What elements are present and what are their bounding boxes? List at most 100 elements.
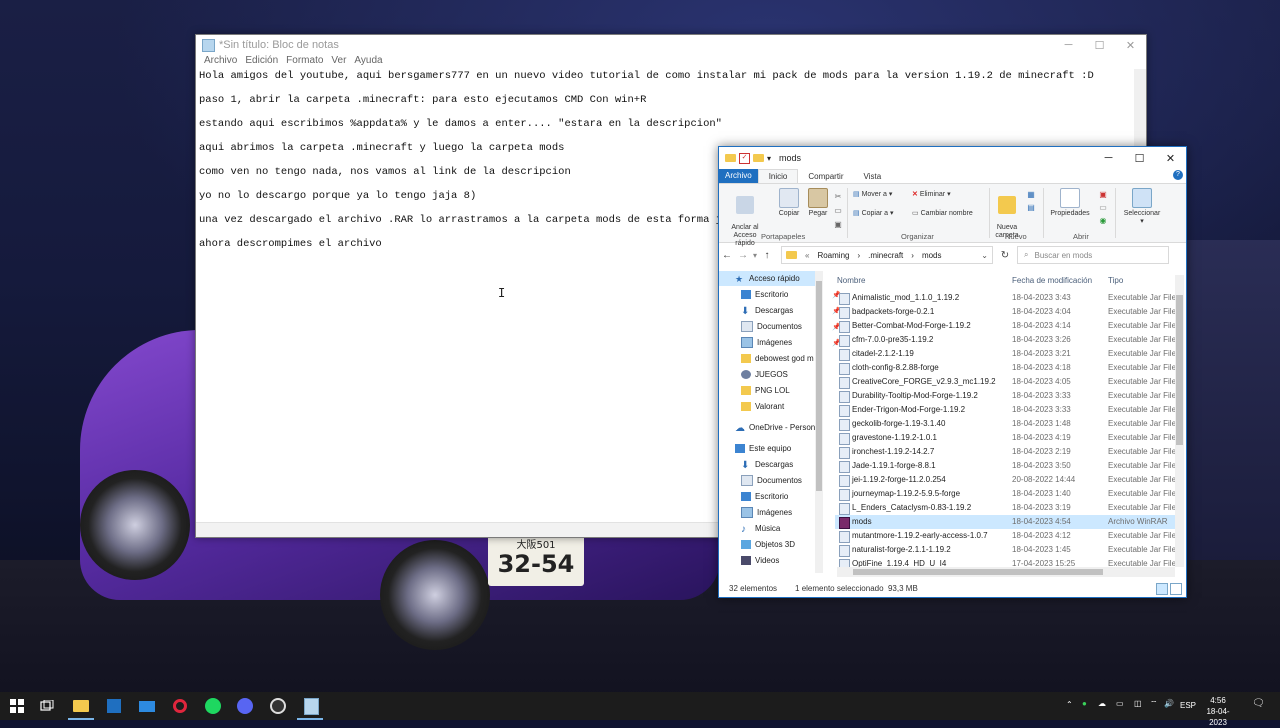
file-row[interactable]: geckolib-forge-1.19-3.1.40 18-04-2023 1:4… — [835, 417, 1176, 431]
nav-item-musica[interactable]: ♪ Música — [719, 521, 845, 536]
menu-formato[interactable]: Formato — [286, 55, 323, 69]
obs-icon[interactable] — [269, 697, 287, 715]
tray-cloud-icon[interactable]: ☁ — [1098, 699, 1106, 708]
copy-button[interactable]: Copiar — [775, 188, 803, 217]
recent-dropdown-icon[interactable]: ▾ — [751, 251, 759, 260]
rename-button[interactable]: ▭ Cambiar nombre — [912, 209, 986, 217]
file-row[interactable]: Better-Combat-Mod-Forge-1.19.2 18-04-2023… — [835, 319, 1176, 333]
new-folder-quick-icon[interactable] — [753, 154, 764, 162]
nav-item-imagenes-pc[interactable]: Imágenes — [719, 505, 845, 520]
nav-item-juegos[interactable]: JUEGOS — [719, 367, 845, 382]
tray-network-icon[interactable]: ▭ — [1116, 699, 1124, 708]
file-row[interactable]: gravestone-1.19.2-1.0.1 18-04-2023 4:19 Ex… — [835, 431, 1176, 445]
select-button[interactable]: Seleccionar ▾ — [1119, 188, 1165, 225]
file-row[interactable]: journeymap-1.19.2-5.9.5-forge 18-04-2023 … — [835, 487, 1176, 501]
scrollbar-thumb[interactable] — [1176, 295, 1183, 445]
file-explorer-window[interactable]: ✓ ▾ mods ─ ☐ ✕ Archivo Inicio Compartir … — [718, 146, 1187, 598]
tray-network-icon-2[interactable]: ◫ — [1134, 699, 1142, 708]
notepad-horizontal-scrollbar[interactable] — [196, 522, 721, 537]
breadcrumb-mods[interactable]: mods — [922, 251, 942, 260]
refresh-icon[interactable]: ↻ — [997, 250, 1013, 261]
nav-item-imagenes[interactable]: Imágenes 📌 — [719, 335, 845, 350]
menu-ayuda[interactable]: Ayuda — [354, 55, 382, 69]
maximize-icon[interactable]: ☐ — [1124, 147, 1155, 169]
nav-item-videos[interactable]: Videos — [719, 553, 845, 568]
mail-icon[interactable] — [138, 697, 156, 715]
menu-archivo[interactable]: Archivo — [204, 55, 237, 69]
properties-quick-icon[interactable]: ✓ — [739, 152, 750, 164]
open-small-buttons[interactable]: ▣ ▭ ◉ — [1095, 188, 1111, 227]
nav-item-quick-access[interactable]: ★ Acceso rápido — [719, 271, 823, 286]
file-row[interactable]: ironchest-1.19.2-14.2.7 18-04-2023 2:19 Ex… — [835, 445, 1176, 459]
new-item-button[interactable]: ▦ ▤ — [1022, 188, 1040, 214]
quick-access-dropdown-icon[interactable]: ▾ — [767, 154, 771, 163]
nav-item-escritorio-pc[interactable]: Escritorio — [719, 489, 845, 504]
file-row[interactable]: Jade-1.19.1-forge-8.8.1 18-04-2023 3:50 Ex… — [835, 459, 1176, 473]
task-view-icon[interactable] — [38, 697, 56, 715]
nav-item-valorant[interactable]: Valorant — [719, 399, 845, 414]
nav-pane-scrollbar[interactable] — [815, 271, 823, 573]
tray-chevron-icon[interactable]: ⌃ — [1066, 700, 1073, 709]
breadcrumb-minecraft[interactable]: .minecraft — [868, 251, 903, 260]
address-bar[interactable]: « Roaming › .minecraft › mods ⌄ — [781, 246, 993, 264]
tab-vista[interactable]: Vista — [854, 172, 892, 181]
language-indicator[interactable]: ESP — [1180, 701, 1196, 710]
discord-icon[interactable] — [236, 697, 254, 715]
file-row[interactable]: L_Enders_Cataclysm-0.83-1.19.2 18-04-2023… — [835, 501, 1176, 515]
notepad-titlebar[interactable]: *Sin título: Bloc de notas ─ ☐ ✕ — [196, 35, 1146, 55]
file-list-vertical-scrollbar[interactable] — [1175, 275, 1184, 567]
notifications-icon[interactable]: 🗨 — [1252, 698, 1265, 709]
copy-to-button[interactable]: ▤ Copiar a ▾ — [853, 209, 909, 217]
menu-ver[interactable]: Ver — [331, 55, 346, 69]
back-arrow-icon[interactable]: ← — [719, 250, 735, 261]
scrollbar-thumb[interactable] — [853, 569, 1103, 575]
details-view-icon[interactable] — [1156, 583, 1168, 595]
tray-wifi-icon[interactable]: ⌔ — [1150, 699, 1158, 709]
file-row[interactable]: Durability-Tooltip-Mod-Forge-1.19.2 18-04… — [835, 389, 1176, 403]
file-row[interactable]: citadel-2.1.2-1.19 18-04-2023 3:21 Executa… — [835, 347, 1176, 361]
tab-archivo[interactable]: Archivo — [719, 169, 758, 183]
clock[interactable]: 4:56 18-04-2023 — [1198, 695, 1238, 728]
nav-item-png-lol[interactable]: PNG LOL — [719, 383, 845, 398]
help-icon[interactable]: ? — [1173, 170, 1183, 180]
close-icon[interactable]: ✕ — [1115, 35, 1146, 55]
menu-edicion[interactable]: Edición — [245, 55, 278, 69]
nav-item-descargas[interactable]: ⬇ Descargas 📌 — [719, 303, 845, 318]
file-row[interactable]: OptiFine_1.19.4_HD_U_I4 17-04-2023 15:25 E… — [835, 557, 1175, 567]
paste-button[interactable]: Pegar — [805, 188, 831, 217]
search-input[interactable]: ⌕ Buscar en mods — [1017, 246, 1169, 264]
minimize-icon[interactable]: ─ — [1093, 147, 1124, 169]
file-row[interactable]: mutantmore-1.19.2-early-access-1.0.7 18-0… — [835, 529, 1176, 543]
notepad-taskbar-icon[interactable] — [302, 697, 320, 715]
file-row[interactable]: cloth-config-8.2.88-forge 18-04-2023 4:18… — [835, 361, 1176, 375]
minimize-icon[interactable]: ─ — [1053, 35, 1084, 55]
volume-icon[interactable]: 🔊 — [1164, 699, 1174, 708]
file-row[interactable]: Ender-Trigon-Mod-Forge-1.19.2 18-04-2023 … — [835, 403, 1176, 417]
file-row[interactable]: Animalistic_mod_1.1.0_1.19.2 18-04-2023 3… — [835, 291, 1176, 305]
address-dropdown-icon[interactable]: ⌄ — [981, 251, 988, 260]
column-type[interactable]: Tipo — [1108, 276, 1123, 285]
up-arrow-icon[interactable]: ↑ — [759, 250, 775, 261]
clipboard-small-buttons[interactable]: ✂ ▭ ▣ — [833, 190, 843, 232]
nav-item-debowest[interactable]: debowest god m — [719, 351, 845, 366]
nav-item-documentos-pc[interactable]: Documentos — [719, 473, 845, 488]
delete-button[interactable]: ✕ Eliminar ▾ — [912, 190, 972, 198]
close-icon[interactable]: ✕ — [1155, 147, 1186, 169]
file-row[interactable]: cfm-7.0.0-pre35-1.19.2 18-04-2023 3:26 Exe… — [835, 333, 1176, 347]
file-list-horizontal-scrollbar[interactable] — [837, 567, 1175, 577]
file-row[interactable]: naturalist-forge-2.1.1-1.19.2 18-04-2023 … — [835, 543, 1176, 557]
column-date[interactable]: Fecha de modificación — [1012, 276, 1092, 285]
tray-app-icon[interactable]: ● — [1082, 699, 1087, 708]
file-explorer-taskbar-icon[interactable] — [72, 697, 90, 715]
nav-item-documentos[interactable]: Documentos 📌 — [719, 319, 845, 334]
nav-item-objetos-3d[interactable]: Objetos 3D — [719, 537, 845, 552]
opera-icon[interactable] — [171, 697, 189, 715]
file-row[interactable]: jei-1.19.2-forge-11.2.0.254 20-08-2022 14… — [835, 473, 1176, 487]
explorer-titlebar[interactable]: ✓ ▾ mods ─ ☐ ✕ — [719, 147, 1186, 169]
spotify-icon[interactable] — [204, 697, 222, 715]
nav-item-descargas-pc[interactable]: ⬇ Descargas — [719, 457, 845, 472]
file-row[interactable]: CreativeCore_FORGE_v2.9.3_mc1.19.2 18-04-… — [835, 375, 1176, 389]
tab-inicio[interactable]: Inicio — [757, 169, 799, 183]
large-icons-view-icon[interactable] — [1170, 583, 1182, 595]
column-name[interactable]: Nombre — [837, 276, 865, 285]
